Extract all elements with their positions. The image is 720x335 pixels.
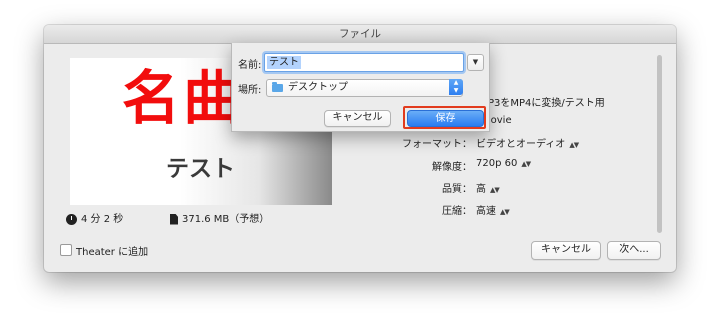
save-sheet: 名前: テスト ▼ 場所: デスクトップ ▲ ▼ キャンセル 保存 xyxy=(231,43,490,132)
quality-select[interactable]: 高 ▲▼ xyxy=(476,180,500,195)
duration-info: 4 分 2 秒 xyxy=(66,210,123,225)
sheet-cancel-button[interactable]: キャンセル xyxy=(324,110,391,127)
filesize-value: 371.6 MB（予想） xyxy=(182,214,270,225)
location-label: 場所: xyxy=(238,85,262,96)
chevron-down-icon: ▼ xyxy=(472,58,479,66)
preview-title-text: 名曲 xyxy=(122,64,245,132)
filename-input[interactable]: テスト xyxy=(264,53,464,72)
resolution-select[interactable]: 720p 60 ▲▼ xyxy=(476,158,531,169)
location-value: デスクトップ xyxy=(288,82,348,93)
updown-icon: ▲▼ xyxy=(521,160,531,168)
next-button[interactable]: 次へ... xyxy=(607,241,661,260)
theater-checkbox-label: Theater に追加 xyxy=(76,247,149,258)
duration-value: 4 分 2 秒 xyxy=(81,214,124,225)
filename-value: テスト xyxy=(267,56,301,69)
filesize-info: 371.6 MB（予想） xyxy=(170,210,269,225)
compression-select[interactable]: 高速 ▲▼ xyxy=(476,202,510,217)
updown-icon: ▲▼ xyxy=(490,186,500,194)
format-select[interactable]: ビデオとオーディオ ▲▼ xyxy=(476,135,579,150)
location-select[interactable]: デスクトップ ▲ ▼ xyxy=(266,79,463,97)
window-title: ファイル xyxy=(44,25,676,44)
name-label: 名前: xyxy=(238,60,262,71)
document-icon xyxy=(170,213,178,225)
updown-icon: ▲▼ xyxy=(449,79,463,95)
expand-button[interactable]: ▼ xyxy=(467,54,484,71)
scrollbar[interactable] xyxy=(657,55,662,233)
filename-partial: P3をMP4に変換/テスト用 xyxy=(488,98,605,109)
format-label: フォーマット： xyxy=(402,139,472,150)
cancel-button[interactable]: キャンセル xyxy=(531,241,601,260)
save-button[interactable]: 保存 xyxy=(407,110,484,127)
quality-label: 品質： xyxy=(442,184,472,195)
updown-icon: ▲▼ xyxy=(500,208,510,216)
compression-label: 圧縮： xyxy=(442,206,472,217)
resolution-label: 解像度： xyxy=(432,162,472,173)
preview-subtitle-text: テスト xyxy=(166,156,235,182)
clock-icon xyxy=(66,213,77,225)
theater-checkbox[interactable]: Theater に追加 xyxy=(60,243,148,258)
folder-icon xyxy=(272,82,283,92)
updown-icon: ▲▼ xyxy=(569,141,579,149)
checkbox-box[interactable] xyxy=(60,244,72,256)
